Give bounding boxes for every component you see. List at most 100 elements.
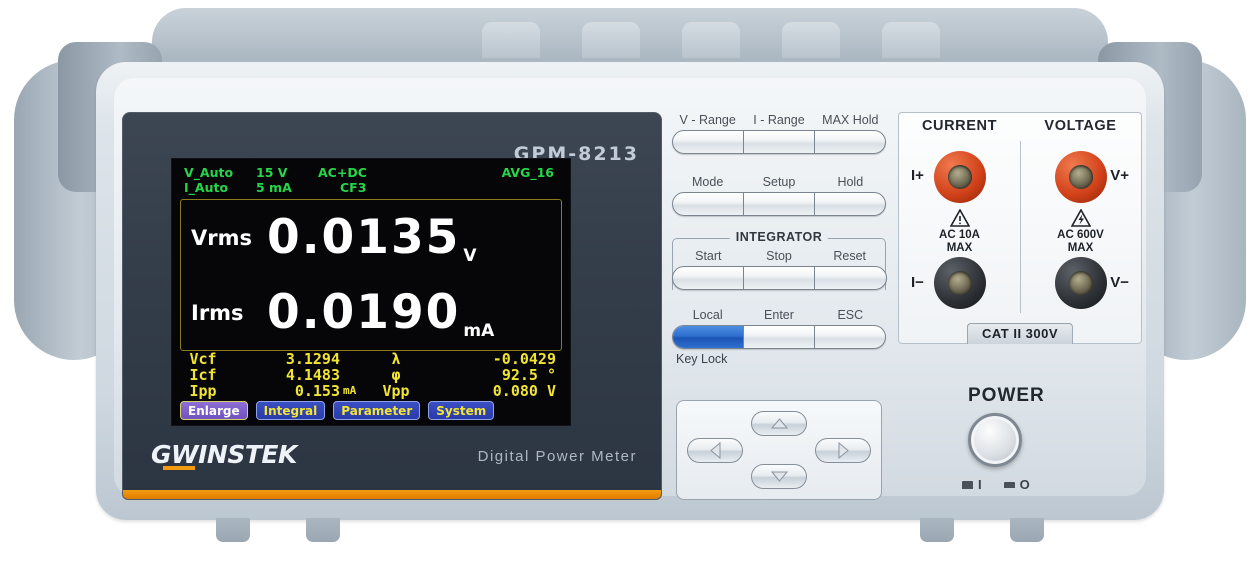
readout-vrms: Vrms 0.0135 V <box>181 200 561 275</box>
lcd-status-header: V_Auto 15 V AC+DC AVG_16 I_Auto 5 mA CF3 <box>172 159 570 195</box>
readout-row-ipp: Ipp 0.153 mA Vpp 0.080 V <box>180 383 562 399</box>
cat-rating-badge: CAT II 300V <box>966 323 1074 344</box>
button-row-4 <box>672 324 886 349</box>
row1-labels: V - Range I - Range MAX Hold <box>672 112 886 128</box>
button-esc[interactable] <box>815 326 885 348</box>
arrow-down-button[interactable] <box>751 464 807 489</box>
chassis-foot <box>306 518 340 542</box>
label-i-range: I - Range <box>753 113 805 127</box>
jack-hole <box>1068 271 1093 295</box>
handle-grip-ridge <box>582 22 640 66</box>
button-row-1 <box>672 130 886 154</box>
label-start: Start <box>695 249 722 263</box>
irms-value: 0.0190 <box>267 285 461 340</box>
button-i-range[interactable] <box>744 131 815 153</box>
header-current: CURRENT <box>921 118 998 134</box>
key-lock-label: Key Lock <box>676 351 728 366</box>
arrow-right-button[interactable] <box>815 437 871 463</box>
jack-v-plus[interactable] <box>1054 151 1107 203</box>
softkey-integral[interactable]: Integral <box>255 401 326 420</box>
irms-label: Irms <box>191 300 244 325</box>
button-v-range[interactable] <box>673 131 744 153</box>
integrator-group: INTEGRATOR Start Stop Reset <box>671 230 887 290</box>
power-button[interactable] <box>968 413 1022 467</box>
arrow-keypad <box>676 400 882 500</box>
voltage-mode: V_Auto <box>184 165 234 180</box>
crest-factor: CF3 <box>340 180 367 195</box>
lcd-screen[interactable]: V_Auto 15 V AC+DC AVG_16 I_Auto 5 mA CF3… <box>171 158 571 426</box>
row4-labels: Local Enter ESC <box>672 307 886 323</box>
label-i-minus: I− <box>911 274 924 291</box>
phi-value: 92.5 ° <box>501 366 556 384</box>
header-voltage: VOLTAGE <box>1044 118 1117 134</box>
button-enter[interactable] <box>744 325 815 348</box>
warning-triangle-icon <box>949 209 970 227</box>
softkey-enlarge[interactable]: Enlarge <box>180 401 248 420</box>
power-on-symbol: I <box>978 477 982 492</box>
vpp-value: 0.080 V <box>492 382 556 400</box>
voltage-max-line2: MAX <box>1067 242 1094 254</box>
label-reset: Reset <box>833 249 866 263</box>
vcf-label: Vcf <box>189 350 217 368</box>
current-warning: AC 10A MAX <box>899 209 1020 255</box>
irms-unit: mA <box>463 321 495 341</box>
voltage-max-line1: AC 600V <box>1057 229 1104 241</box>
current-max-line2: MAX <box>946 242 973 254</box>
voltage-terminal-group: V+ AC 600V MAX V− <box>1020 139 1141 317</box>
ipp-value: 0.153 <box>294 382 340 400</box>
label-i-plus: I+ <box>911 167 924 184</box>
jack-i-minus[interactable] <box>933 257 986 309</box>
secondary-readouts: Vcf 3.1294 λ -0.0429 Icf 4.1483 φ 92.5 °… <box>180 351 562 399</box>
power-released-icon <box>1003 481 1015 488</box>
arrow-up-button[interactable] <box>751 411 807 436</box>
vrms-value: 0.0135 <box>267 210 461 265</box>
power-on-mark: I <box>962 477 982 492</box>
label-setup: Setup <box>762 175 796 189</box>
integrator-labels: Start Stop Reset <box>673 248 885 264</box>
jack-v-minus[interactable] <box>1054 257 1107 309</box>
front-display-panel: GPM-8213 V_Auto 15 V AC+DC AVG_16 I_Auto… <box>122 112 662 500</box>
softkey-parameter[interactable]: Parameter <box>333 401 421 420</box>
ipp-unit: mA <box>343 384 357 397</box>
label-v-range: V - Range <box>679 113 736 127</box>
handle-grip-ridge <box>782 22 840 66</box>
label-esc: ESC <box>837 307 864 322</box>
button-max-hold[interactable] <box>815 131 885 153</box>
button-reset[interactable] <box>815 267 885 289</box>
chevron-left-icon <box>709 441 720 459</box>
softkey-menu: Enlarge Integral Parameter System <box>180 401 564 421</box>
brand-instek: INSTEK <box>198 440 297 469</box>
vpp-label: Vpp <box>382 382 410 400</box>
button-start[interactable] <box>673 267 744 289</box>
arrow-left-button[interactable] <box>687 437 743 463</box>
button-local[interactable] <box>673 325 744 348</box>
chevron-down-icon <box>770 471 788 482</box>
panel-subtitle: Digital Power Meter <box>477 448 637 465</box>
phi-label: φ <box>391 366 401 384</box>
chassis-foot <box>920 518 954 542</box>
jack-i-plus[interactable] <box>933 151 986 203</box>
brand-gw: GW <box>151 440 199 469</box>
ipp-label: Ipp <box>189 382 217 400</box>
softkey-system[interactable]: System <box>428 401 495 420</box>
button-mode[interactable] <box>673 193 744 215</box>
readout-row-icf: Icf 4.1483 φ 92.5 ° <box>180 367 562 383</box>
button-row-2 <box>672 192 886 216</box>
readout-row-vcf: Vcf 3.1294 λ -0.0429 <box>180 351 562 367</box>
label-hold: Hold <box>837 175 864 189</box>
power-state-markings: I O <box>962 477 1030 492</box>
power-pressed-icon <box>962 480 973 489</box>
power-off-symbol: O <box>1019 477 1030 492</box>
power-label: POWER <box>968 385 1045 406</box>
row2-labels: Mode Setup Hold <box>672 174 886 190</box>
button-stop[interactable] <box>744 267 816 289</box>
vcf-value: 3.1294 <box>285 350 340 368</box>
jack-hole <box>1068 165 1093 189</box>
handle-grip-ridge <box>882 22 940 66</box>
icf-value: 4.1483 <box>285 366 340 384</box>
button-hold[interactable] <box>815 193 885 215</box>
primary-readout-box: Vrms 0.0135 V Irms 0.0190 mA <box>180 199 562 351</box>
vrms-label: Vrms <box>191 225 252 250</box>
button-setup[interactable] <box>744 193 815 215</box>
integrator-title: INTEGRATOR <box>729 230 829 244</box>
